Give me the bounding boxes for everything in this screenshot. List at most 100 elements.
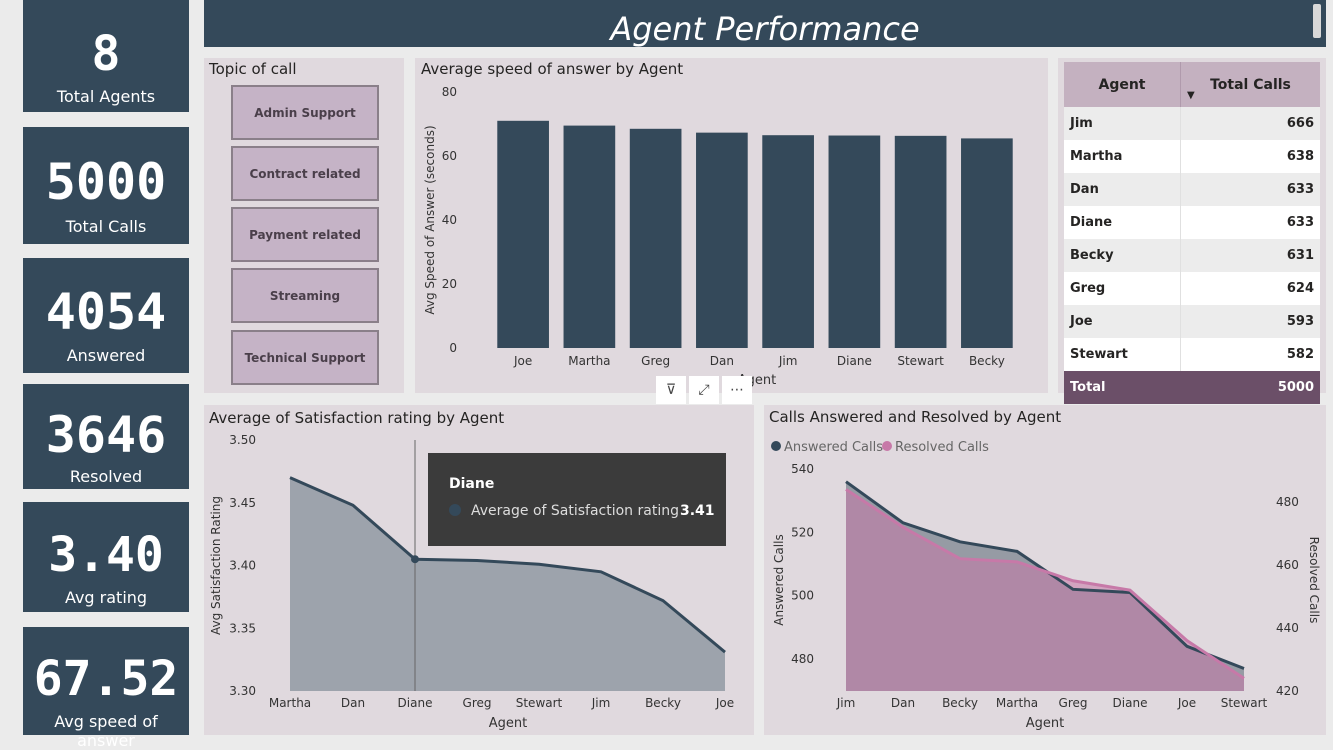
column-header-total-calls[interactable]: ▼ Total Calls <box>1180 62 1320 107</box>
x-tick-label: Greg <box>1059 696 1088 710</box>
legend-marker-resolved <box>882 441 892 451</box>
y-axis-label: Answered Calls <box>772 534 786 625</box>
calls-cell: 582 <box>1180 338 1320 371</box>
x-tick-label: Diane <box>837 354 872 368</box>
kpi-label: Avg speed of answer <box>54 712 158 750</box>
tooltip-agent: Diane <box>449 476 495 492</box>
y-tick-label: 540 <box>791 462 814 476</box>
y2-tick-label: 480 <box>1276 495 1299 509</box>
table-row[interactable]: Stewart 582 <box>1064 338 1320 371</box>
x-tick-label: Dan <box>710 354 734 368</box>
x-tick-label: Greg <box>463 696 492 710</box>
tooltip-series-marker-icon <box>449 504 461 516</box>
x-tick-label: Becky <box>969 354 1005 368</box>
bar <box>563 125 616 348</box>
y2-tick-label: 460 <box>1276 558 1299 572</box>
kpi-value: 5000 <box>45 153 167 211</box>
calls-cell: 593 <box>1180 305 1320 338</box>
column-header-agent[interactable]: Agent <box>1064 62 1181 107</box>
kpi-value: 4054 <box>45 283 167 341</box>
y-tick-label: 3.50 <box>229 433 256 447</box>
x-tick-label: Becky <box>942 696 978 710</box>
bar <box>497 120 549 348</box>
focus-mode-icon[interactable]: ⤢ <box>689 376 719 404</box>
scrollbar-thumb[interactable] <box>1313 4 1321 38</box>
tooltip-value: 3.41 <box>680 503 715 519</box>
kpi-avg-rating: 3.40 Avg rating <box>23 502 189 612</box>
calls-cell: 631 <box>1180 239 1320 272</box>
table-row[interactable]: Becky 631 <box>1064 239 1320 272</box>
filter-icon[interactable]: ⊽ <box>656 376 686 404</box>
more-options-icon[interactable]: ⋯ <box>722 376 752 404</box>
x-tick-label: Martha <box>269 696 311 710</box>
agent-cell: Becky <box>1064 239 1181 272</box>
table-row[interactable]: Diane 633 <box>1064 206 1320 239</box>
visual-toolbar: ⊽ ⤢ ⋯ <box>656 376 752 404</box>
header-bar: Agent Performance <box>204 0 1326 48</box>
y-tick-label: 20 <box>442 277 457 291</box>
table-row[interactable]: Jim 666 <box>1064 107 1320 140</box>
slicer-item-admin-support[interactable]: Admin Support <box>231 85 379 140</box>
x-tick-label: Stewart <box>897 354 944 368</box>
calls-cell: 638 <box>1180 140 1320 173</box>
calls-cell: 624 <box>1180 272 1320 305</box>
table-row[interactable]: Greg 624 <box>1064 272 1320 305</box>
x-tick-label: Dan <box>341 696 365 710</box>
kpi-answered: 4054 Answered <box>23 258 189 373</box>
y-tick-label: 480 <box>791 652 814 666</box>
legend-label-answered: Answered Calls <box>784 440 883 455</box>
y-tick-label: 0 <box>449 341 457 355</box>
x-tick-label: Jim <box>591 696 611 710</box>
agent-cell: Diane <box>1064 206 1181 239</box>
slicer-item-streaming[interactable]: Streaming <box>231 268 379 323</box>
x-tick-label: Greg <box>641 354 670 368</box>
y-tick-label: 500 <box>791 589 814 603</box>
x-tick-label: Martha <box>996 696 1038 710</box>
page-title: Agent Performance <box>610 10 920 48</box>
y-tick-label: 3.45 <box>229 496 256 510</box>
kpi-value: 3.40 <box>48 527 164 583</box>
legend-label-resolved: Resolved Calls <box>895 440 989 455</box>
resolved-area <box>846 489 1244 691</box>
agent-cell: Dan <box>1064 173 1181 206</box>
agent-cell: Greg <box>1064 272 1181 305</box>
table-row[interactable]: Martha 638 <box>1064 140 1320 173</box>
table-row[interactable]: Joe 593 <box>1064 305 1320 338</box>
answered-resolved-area-chart: 480 500 520 540 420 440 460 480 Jim Dan Becky Marth… <box>771 440 1321 731</box>
slicer-item-technical-support[interactable]: Technical Support <box>231 330 379 385</box>
x-tick-label: Joe <box>1177 696 1196 710</box>
bar <box>762 135 814 348</box>
y-tick-label: 40 <box>442 213 457 227</box>
y-tick-label: 3.40 <box>229 559 256 573</box>
kpi-label: Avg rating <box>64 588 148 607</box>
total-value: 5000 <box>1180 371 1320 404</box>
slicer-item-contract-related[interactable]: Contract related <box>231 146 379 201</box>
speed-bar-chart: 0 20 40 60 80 Joe Martha Greg Dan Jim Diane Stewart… <box>423 85 1013 388</box>
x-tick-label: Martha <box>568 354 610 368</box>
slicer-item-payment-related[interactable]: Payment related <box>231 207 379 262</box>
y2-axis-label: Resolved Calls <box>1307 537 1321 624</box>
chart-tooltip: Diane Average of Satisfaction rating 3.4… <box>428 453 726 546</box>
kpi-value: 67.52 <box>33 651 179 707</box>
kpi-value: 3646 <box>45 406 167 464</box>
y-tick-label: 3.35 <box>229 621 256 635</box>
y2-tick-label: 440 <box>1276 621 1299 635</box>
agent-cell: Martha <box>1064 140 1181 173</box>
kpi-value: 8 <box>91 26 121 82</box>
x-tick-label: Joe <box>513 354 532 368</box>
agent-cell: Stewart <box>1064 338 1181 371</box>
legend-marker-answered <box>771 441 781 451</box>
y-tick-label: 60 <box>442 149 457 163</box>
kpi-avg-speed: 67.52 Avg speed of answer <box>23 627 189 750</box>
table-row[interactable]: Dan 633 <box>1064 173 1320 206</box>
table-total-row: Total 5000 <box>1064 371 1320 404</box>
topic-slicer-title: Topic of call <box>209 60 297 78</box>
y-axis-label: Avg Speed of Answer (seconds) <box>423 125 437 314</box>
kpi-resolved: 3646 Resolved <box>23 384 189 489</box>
kpi-label: Total Calls <box>65 217 147 236</box>
calls-cell: 666 <box>1180 107 1320 140</box>
bar <box>696 132 748 348</box>
x-tick-label: Jim <box>778 354 798 368</box>
sort-desc-icon: ▼ <box>1187 90 1195 101</box>
y-tick-label: 80 <box>442 85 457 99</box>
